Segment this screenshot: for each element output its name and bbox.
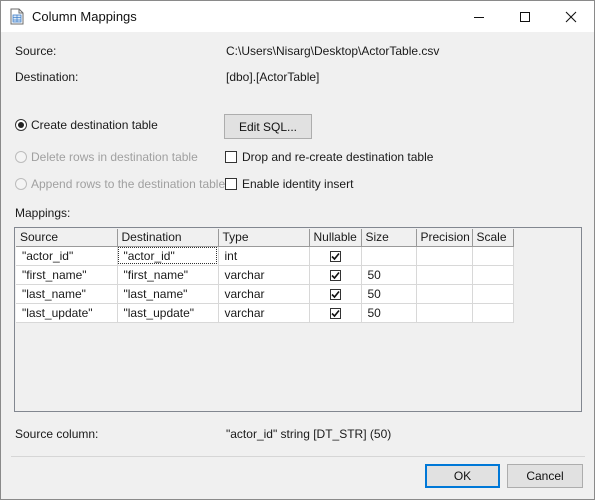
maximize-button[interactable]	[502, 1, 548, 32]
column-mappings-dialog: Column Mappings Source: C:\Users\Nisarg\…	[0, 0, 595, 500]
table-row[interactable]: "actor_id" "actor_id" int	[16, 246, 514, 266]
scale-cell[interactable]	[472, 284, 514, 304]
source-cell: "first_name"	[16, 265, 118, 285]
checkmark-icon	[330, 309, 340, 318]
source-column-value: "actor_id" string [DT_STR] (50)	[226, 427, 392, 441]
source-cell: "last_update"	[16, 303, 118, 323]
source-cell: "actor_id"	[16, 246, 118, 266]
delete-rows-label[interactable]: Delete rows in destination table	[31, 150, 198, 164]
column-header-destination[interactable]: Destination	[117, 229, 219, 247]
ok-button[interactable]: OK	[425, 464, 500, 488]
size-cell[interactable]: 50	[361, 284, 417, 304]
destination-label: Destination:	[15, 70, 79, 84]
checkmark-icon	[330, 271, 340, 280]
checkmark-icon	[330, 290, 340, 299]
mappings-grid[interactable]: Source Destination Type Nullable Size Pr…	[14, 227, 582, 412]
size-cell[interactable]: 50	[361, 265, 417, 285]
close-icon	[565, 11, 577, 22]
nullable-cell[interactable]	[309, 284, 362, 304]
append-rows-radio[interactable]	[15, 178, 27, 190]
column-header-scale[interactable]: Scale	[472, 229, 514, 247]
mappings-label: Mappings:	[15, 206, 71, 220]
size-cell[interactable]: 50	[361, 303, 417, 323]
table-row[interactable]: "last_update" "last_update" varchar 50	[16, 303, 514, 323]
radio-selected-dot	[18, 122, 24, 128]
minimize-button[interactable]	[456, 1, 502, 32]
create-destination-table-radio[interactable]	[15, 119, 27, 131]
delete-rows-radio[interactable]	[15, 151, 27, 163]
maximize-icon	[520, 11, 530, 22]
nullable-checkbox[interactable]	[329, 250, 341, 262]
column-header-nullable[interactable]: Nullable	[309, 229, 362, 247]
type-cell[interactable]: varchar	[218, 284, 310, 304]
close-button[interactable]	[548, 1, 594, 32]
footer-divider	[11, 456, 585, 457]
nullable-checkbox[interactable]	[329, 269, 341, 281]
nullable-cell[interactable]	[309, 303, 362, 323]
source-label: Source:	[15, 44, 57, 58]
checkmark-icon	[330, 252, 340, 261]
nullable-checkbox[interactable]	[329, 288, 341, 300]
type-cell[interactable]: int	[218, 246, 310, 266]
type-cell[interactable]: varchar	[218, 265, 310, 285]
destination-cell[interactable]: "actor_id"	[117, 246, 219, 266]
source-column-label: Source column:	[15, 427, 99, 441]
drop-recreate-label[interactable]: Drop and re-create destination table	[242, 150, 433, 164]
scale-cell[interactable]	[472, 246, 514, 266]
scale-cell[interactable]	[472, 265, 514, 285]
nullable-cell[interactable]	[309, 246, 362, 266]
table-row[interactable]: "last_name" "last_name" varchar 50	[16, 284, 514, 304]
scale-cell[interactable]	[472, 303, 514, 323]
minimize-icon	[474, 16, 484, 18]
append-rows-label[interactable]: Append rows to the destination table	[31, 177, 225, 191]
type-cell[interactable]: varchar	[218, 303, 310, 323]
mappings-header-row: Source Destination Type Nullable Size Pr…	[16, 229, 514, 247]
destination-cell[interactable]: "last_name"	[117, 284, 219, 304]
enable-identity-insert-label[interactable]: Enable identity insert	[242, 177, 353, 191]
drop-recreate-checkbox[interactable]	[225, 151, 237, 163]
column-header-type[interactable]: Type	[218, 229, 310, 247]
nullable-checkbox[interactable]	[329, 307, 341, 319]
column-header-source[interactable]: Source	[16, 229, 118, 247]
table-row[interactable]: "first_name" "first_name" varchar 50	[16, 265, 514, 285]
enable-identity-insert-checkbox[interactable]	[225, 178, 237, 190]
cancel-button[interactable]: Cancel	[507, 464, 583, 488]
source-cell: "last_name"	[16, 284, 118, 304]
source-path-value: C:\Users\Nisarg\Desktop\ActorTable.csv	[226, 44, 440, 58]
destination-table-value: [dbo].[ActorTable]	[226, 70, 320, 84]
mappings-table: Source Destination Type Nullable Size Pr…	[16, 229, 514, 323]
precision-cell[interactable]	[416, 265, 473, 285]
title-bar[interactable]: Column Mappings	[1, 1, 594, 32]
column-header-precision[interactable]: Precision	[416, 229, 473, 247]
column-header-size[interactable]: Size	[361, 229, 417, 247]
edit-sql-button[interactable]: Edit SQL...	[224, 114, 312, 139]
precision-cell[interactable]	[416, 246, 473, 266]
create-destination-table-label[interactable]: Create destination table	[31, 118, 158, 132]
precision-cell[interactable]	[416, 284, 473, 304]
table-document-icon	[9, 8, 25, 25]
size-cell[interactable]	[361, 246, 417, 266]
nullable-cell[interactable]	[309, 265, 362, 285]
precision-cell[interactable]	[416, 303, 473, 323]
destination-cell[interactable]: "first_name"	[117, 265, 219, 285]
window-title: Column Mappings	[32, 9, 137, 24]
destination-cell[interactable]: "last_update"	[117, 303, 219, 323]
